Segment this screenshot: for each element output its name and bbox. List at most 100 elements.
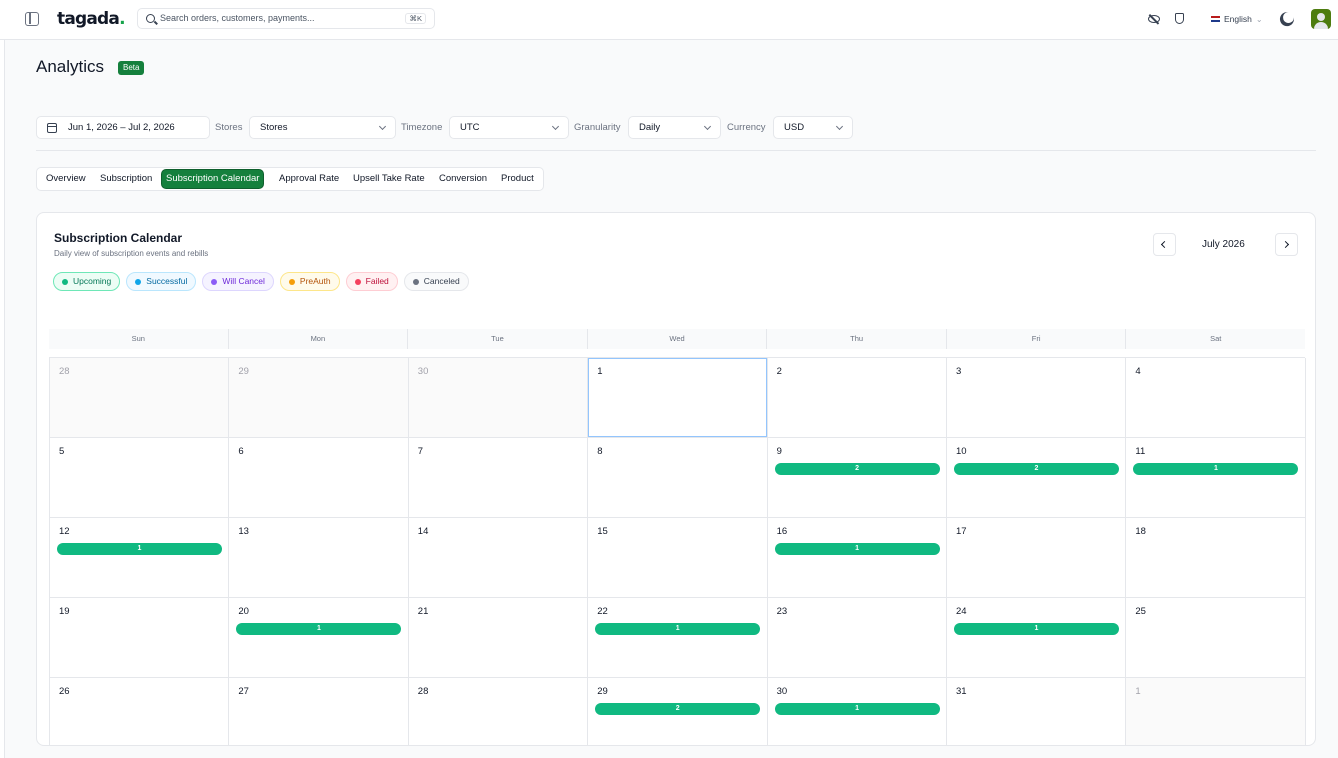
current-month: July 2026 (1202, 239, 1245, 250)
day-number: 16 (776, 526, 788, 537)
upcoming-events-bar[interactable]: 2 (595, 703, 761, 715)
calendar-day-cell[interactable]: 24 1 (947, 598, 1127, 678)
calendar-day-cell[interactable]: 19 (50, 598, 230, 678)
tab-upsell-take-rate[interactable]: Upsell Take Rate (349, 170, 429, 188)
day-number: 30 (417, 366, 429, 377)
shield-icon[interactable] (1175, 13, 1184, 24)
language-selector[interactable]: English ⌄ (1211, 12, 1263, 26)
calendar-day-cell[interactable]: 23 (767, 598, 947, 678)
granularity-value: Daily (639, 122, 661, 133)
tab-conversion[interactable]: Conversion (435, 170, 491, 188)
upcoming-events-bar[interactable]: 1 (236, 623, 402, 635)
upcoming-events-bar[interactable]: 1 (954, 623, 1119, 635)
tab-approval-rate[interactable]: Approval Rate (275, 170, 343, 188)
calendar-day-cell[interactable]: 28 (50, 358, 230, 438)
avatar[interactable] (1311, 9, 1331, 29)
upcoming-events-bar[interactable]: 1 (595, 623, 761, 635)
timezone-select[interactable]: UTC (449, 116, 569, 139)
legend-chip-successful[interactable]: Successful (126, 272, 197, 291)
calendar-day-cell[interactable]: 7 (408, 438, 589, 518)
calendar-day-cell[interactable]: 10 2 (947, 438, 1127, 518)
calendar-day-cell[interactable]: 11 1 (1126, 438, 1306, 518)
logo[interactable]: tagada. (57, 9, 126, 29)
calendar-day-cell[interactable]: 21 (408, 598, 589, 678)
calendar-day-cell[interactable]: 5 (50, 438, 230, 518)
legend-label: Failed (365, 276, 389, 287)
legend-chip-upcoming[interactable]: Upcoming (53, 272, 121, 291)
date-range-value: Jun 1, 2026 – Jul 2, 2026 (68, 122, 175, 133)
calendar-day-cell[interactable]: 1 (1126, 678, 1306, 745)
calendar-day-cell[interactable]: 25 (1126, 598, 1306, 678)
chevron-down-icon (551, 122, 560, 131)
calendar-day-cell[interactable]: 8 (588, 438, 768, 518)
calendar-day-cell[interactable]: 29 (229, 358, 409, 438)
tab-overview[interactable]: Overview (42, 170, 90, 188)
next-month-button[interactable] (1275, 233, 1298, 256)
chevron-right-icon (1281, 240, 1290, 249)
calendar-day-cell[interactable]: 6 (229, 438, 409, 518)
tab-subscription[interactable]: Subscription (96, 170, 156, 188)
logo-text: tagada (57, 9, 120, 29)
tab-subscription-calendar[interactable]: Subscription Calendar (162, 170, 264, 188)
weekday-header: Sun Mon Tue Wed Thu Fri Sat (49, 329, 1305, 349)
logo-dot: . (119, 9, 125, 29)
calendar-subtitle: Daily view of subscription events and re… (54, 249, 209, 258)
calendar-day-cell[interactable]: 16 1 (767, 518, 947, 598)
upcoming-events-bar[interactable]: 1 (774, 543, 940, 555)
calendar-day-cell[interactable]: 3 (947, 358, 1127, 438)
legend-chip-failed[interactable]: Failed (345, 272, 398, 291)
moon-icon[interactable] (1281, 10, 1295, 24)
day-number: 31 (956, 686, 967, 697)
calendar-day-cell[interactable]: 20 1 (229, 598, 409, 678)
stores-select[interactable]: Stores (249, 116, 396, 139)
calendar-day-cell[interactable]: 28 (408, 678, 589, 745)
currency-label: Currency (727, 122, 766, 133)
day-number: 21 (417, 606, 429, 617)
search-input[interactable]: Search orders, customers, payments... ⌘K (137, 8, 435, 29)
calendar-day-cell[interactable]: 30 (408, 358, 589, 438)
legend-chip-canceled[interactable]: Canceled (403, 272, 469, 291)
day-number: 14 (417, 526, 429, 537)
calendar-day-cell[interactable]: 14 (408, 518, 589, 598)
day-number: 5 (59, 446, 65, 457)
calendar-day-cell[interactable]: 27 (229, 678, 409, 745)
calendar-day-cell[interactable]: 29 2 (588, 678, 768, 745)
currency-select[interactable]: USD (773, 116, 853, 139)
chevron-down-icon (703, 122, 712, 131)
legend-chip-preauth[interactable]: PreAuth (279, 272, 340, 291)
calendar-day-cell[interactable]: 30 1 (767, 678, 947, 745)
calendar-day-cell[interactable]: 15 (588, 518, 768, 598)
calendar-day-cell[interactable]: 26 (50, 678, 230, 745)
calendar-day-cell[interactable]: 18 (1126, 518, 1306, 598)
upcoming-events-bar[interactable]: 1 (774, 703, 940, 715)
upcoming-events-bar[interactable]: 1 (57, 543, 222, 555)
sidebar-toggle-icon[interactable] (25, 12, 39, 26)
calendar-day-cell[interactable]: 22 1 (588, 598, 768, 678)
tab-product[interactable]: Product (497, 170, 538, 188)
upcoming-events-bar[interactable]: 2 (954, 463, 1119, 475)
granularity-select[interactable]: Daily (628, 116, 721, 139)
calendar-day-cell[interactable]: 2 (767, 358, 947, 438)
prev-month-button[interactable] (1153, 233, 1176, 256)
day-number: 18 (1135, 526, 1146, 537)
calendar-day-cell[interactable]: 31 (947, 678, 1127, 745)
timezone-value: UTC (460, 122, 480, 133)
chevron-left-icon (1160, 240, 1169, 249)
legend-dot (288, 278, 295, 285)
upcoming-events-bar[interactable]: 2 (774, 463, 940, 475)
top-bar: tagada. Search orders, customers, paymen… (0, 0, 1338, 40)
weekday-sun: Sun (49, 329, 229, 349)
calendar-day-cell[interactable]: 17 (947, 518, 1127, 598)
calendar-day-cell[interactable]: 92 (767, 438, 947, 518)
calendar-day-cell[interactable]: 12 1 (50, 518, 230, 598)
date-range-picker[interactable]: Jun 1, 2026 – Jul 2, 2026 (36, 116, 210, 139)
day-number: 8 (597, 446, 603, 457)
calendar-day-cell[interactable]: 1 (588, 358, 768, 438)
weekday-thu: Thu (767, 329, 947, 349)
legend-label: Upcoming (73, 276, 112, 287)
upcoming-events-bar[interactable]: 1 (1133, 463, 1299, 475)
calendar-day-cell[interactable]: 13 (229, 518, 409, 598)
calendar-day-cell[interactable]: 4 (1126, 358, 1306, 438)
eye-off-icon[interactable] (1148, 15, 1160, 23)
legend-chip-will-cancel[interactable]: Will Cancel (202, 272, 274, 291)
